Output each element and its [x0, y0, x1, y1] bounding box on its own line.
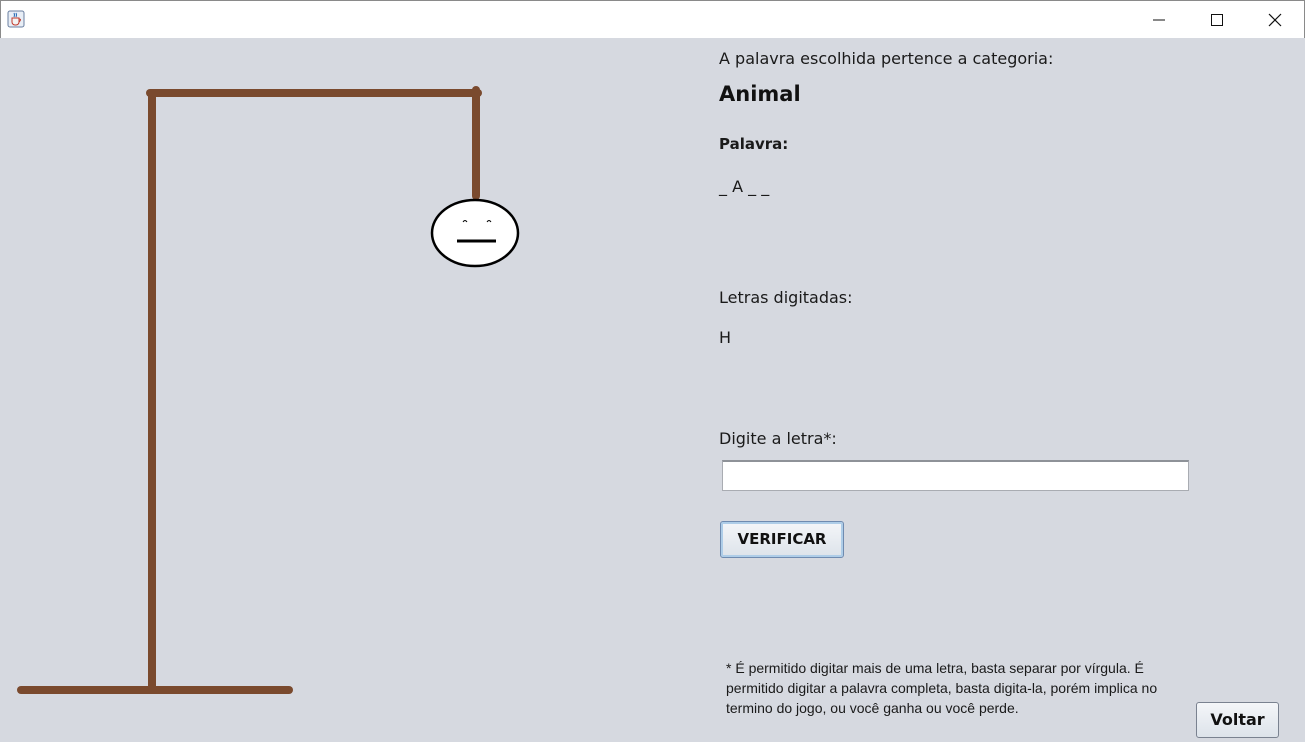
category-value: Animal: [719, 82, 801, 106]
title-bar: [0, 0, 1305, 38]
back-button[interactable]: Voltar: [1196, 702, 1279, 738]
minimize-button[interactable]: [1130, 1, 1188, 38]
word-progress: _ A _ _: [719, 177, 770, 196]
typed-letters-value: H: [719, 328, 732, 347]
typed-letters-label: Letras digitadas:: [719, 288, 853, 307]
minimize-icon: [1153, 19, 1165, 21]
letter-input[interactable]: [722, 460, 1189, 491]
letter-input-label: Digite a letra*:: [719, 429, 837, 448]
close-icon: [1268, 13, 1282, 27]
hangman-head: [430, 198, 520, 268]
maximize-icon: [1211, 14, 1223, 26]
category-label: A palavra escolhida pertence a categoria…: [719, 49, 1054, 68]
hangman-window: A palavra escolhida pertence a categoria…: [0, 0, 1305, 742]
gallows-structure: [17, 86, 482, 694]
close-button[interactable]: [1246, 1, 1304, 38]
instructions-note: * É permitido digitar mais de uma letra,…: [726, 660, 1158, 716]
java-cup-icon: [7, 10, 25, 28]
hangman-drawing: [17, 86, 520, 694]
maximize-button[interactable]: [1188, 1, 1246, 38]
verify-button[interactable]: VERIFICAR: [720, 521, 844, 558]
word-label: Palavra:: [719, 135, 789, 153]
